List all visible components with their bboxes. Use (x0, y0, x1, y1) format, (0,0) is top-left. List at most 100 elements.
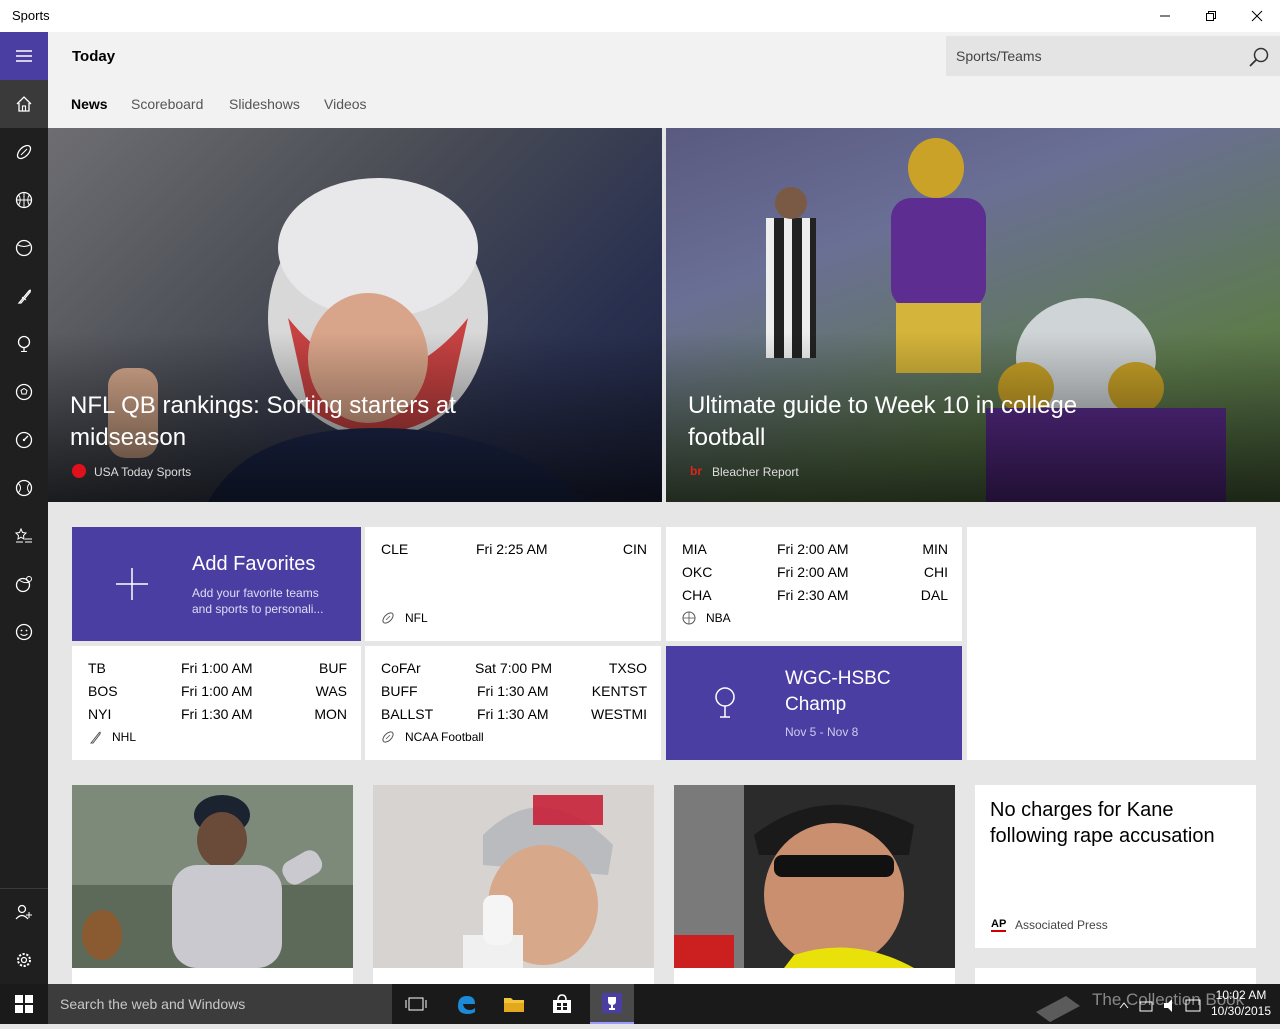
trophy-icon (602, 993, 622, 1013)
game-time: Fri 1:00 AM (181, 660, 253, 676)
sidebar-item-mlb[interactable] (0, 224, 48, 272)
ap-logo: AP (991, 918, 1007, 932)
golf-icon (17, 335, 31, 352)
game-time: Fri 1:00 AM (181, 683, 253, 699)
search-box (946, 36, 1280, 76)
speedometer-icon (15, 431, 33, 449)
title-bar: Sports (0, 0, 1280, 32)
sidebar-item-motorsport[interactable] (0, 416, 48, 464)
restore-button[interactable] (1188, 0, 1234, 32)
score-tile-nba[interactable]: MIA Fri 2:00 AM MIN OKC Fri 2:00 AM CHI … (666, 527, 962, 641)
sidebar-item-soccer[interactable] (0, 368, 48, 416)
home-team: NYI (88, 706, 112, 722)
game-time: Fri 2:00 AM (777, 564, 849, 580)
sidebar-item-more-sports[interactable] (0, 560, 48, 608)
hero-story-2[interactable]: Ultimate guide to Week 10 in college foo… (666, 128, 1280, 502)
league-label: NBA (682, 611, 731, 625)
start-button[interactable] (0, 984, 48, 1024)
hero-story-1[interactable]: NFL QB rankings: Sorting starters at mid… (48, 128, 662, 502)
store-button[interactable] (542, 984, 582, 1024)
taskbar-search[interactable]: Search the web and Windows (48, 984, 392, 1024)
golf-event-title: WGC-HSBC Champ (785, 668, 891, 715)
game-row: BALLST Fri 1:30 AM WESTMI (381, 706, 647, 726)
sidebar-item-settings[interactable] (0, 936, 48, 984)
add-favorites-tile[interactable]: Add Favorites Add your favorite teams an… (72, 527, 361, 641)
away-team: DAL (920, 587, 948, 603)
sidebar-item-tennis[interactable] (0, 464, 48, 512)
sidebar-item-account[interactable] (0, 888, 48, 936)
news-image-player-cap (373, 785, 654, 968)
hamburger-menu-button[interactable] (0, 32, 48, 80)
hero-title-1[interactable]: NFL QB rankings: Sorting starters at mid… (70, 390, 510, 454)
sidebar (0, 32, 48, 984)
sports-app-button[interactable] (590, 984, 634, 1024)
home-team: BUFF (381, 683, 418, 699)
task-view-button[interactable] (396, 984, 436, 1024)
chevron-up-icon (1119, 1002, 1129, 1009)
football-icon (382, 731, 394, 743)
clock-time[interactable]: 10:02 AM (1208, 988, 1274, 1002)
hero-title-2[interactable]: Ultimate guide to Week 10 in college foo… (688, 390, 1128, 454)
away-team: KENTST (591, 683, 647, 699)
game-row: NYI Fri 1:30 AM MON (88, 706, 347, 726)
minimize-button[interactable] (1142, 0, 1188, 32)
add-favorites-title: Add Favorites (192, 553, 316, 575)
add-user-icon (15, 904, 32, 920)
usa-today-logo-icon (72, 464, 86, 478)
hockey-icon (89, 731, 101, 744)
taskbar: Search the web and Windows The Collectio… (0, 984, 1280, 1024)
sidebar-item-nhl[interactable] (0, 272, 48, 320)
sidebar-item-nba[interactable] (0, 176, 48, 224)
search-input[interactable] (956, 36, 1236, 76)
sidebar-item-nfl[interactable] (0, 128, 48, 176)
game-row: CHA Fri 2:30 AM DAL (682, 587, 948, 607)
news-card-nascar[interactable] (674, 785, 955, 984)
empty-tile (967, 527, 1256, 760)
tab-news[interactable]: News (71, 96, 108, 112)
gear-icon (17, 953, 31, 967)
add-favorites-desc: Add your favorite teams and sports to pe… (192, 586, 324, 616)
away-team: TXSO (608, 660, 647, 676)
tab-scoreboard[interactable]: Scoreboard (131, 96, 203, 112)
score-tile-nfl[interactable]: CLE Fri 2:25 AM CIN NFL (365, 527, 661, 641)
home-team: TB (88, 660, 106, 676)
league-name: NFL (405, 611, 428, 625)
edge-icon (458, 996, 475, 1014)
sidebar-item-fantasy[interactable] (0, 512, 48, 560)
close-icon (1251, 10, 1263, 22)
news-card-text[interactable]: No charges for Kane following rape accus… (975, 785, 1256, 948)
game-row: CoFAr Sat 7:00 PM TXSO (381, 660, 647, 680)
game-time: Fri 2:30 AM (777, 587, 849, 603)
game-time: Fri 2:25 AM (476, 541, 548, 557)
restore-icon (1206, 11, 1216, 21)
news-card-baseball[interactable] (72, 785, 353, 984)
league-label: NFL (381, 611, 428, 625)
game-time: Fri 2:00 AM (777, 541, 849, 557)
windows-logo-icon (15, 995, 33, 1013)
tab-slideshows[interactable]: Slideshows (229, 96, 300, 112)
score-tile-nhl[interactable]: TB Fri 1:00 AM BUF BOS Fri 1:00 AM WAS N… (72, 646, 361, 760)
game-time: Fri 1:30 AM (477, 706, 549, 722)
news-card-football[interactable] (373, 785, 654, 984)
game-time: Fri 1:30 AM (477, 683, 549, 699)
hockey-icon (17, 289, 31, 304)
window-title: Sports (12, 8, 50, 23)
sidebar-item-fun[interactable] (0, 608, 48, 656)
golf-event-dates: Nov 5 - Nov 8 (785, 725, 859, 739)
close-button[interactable] (1234, 0, 1280, 32)
away-team: CIN (622, 541, 647, 557)
game-row: TB Fri 1:00 AM BUF (88, 660, 347, 680)
file-explorer-button[interactable] (494, 984, 534, 1024)
clock-date[interactable]: 10/30/2015 (1208, 1004, 1274, 1018)
system-tray (1114, 994, 1204, 1016)
score-tile-ncaa-football[interactable]: CoFAr Sat 7:00 PM TXSO BUFF Fri 1:30 AM … (365, 646, 661, 760)
search-icon[interactable] (1248, 46, 1270, 68)
golf-event-tile[interactable]: WGC-HSBC Champ Nov 5 - Nov 8 (666, 646, 962, 760)
header: Today News Scoreboard Slideshows Videos (48, 32, 1280, 128)
news-card-next[interactable] (975, 968, 1256, 984)
smiley-icon (15, 623, 33, 641)
sidebar-item-golf[interactable] (0, 320, 48, 368)
sidebar-item-home[interactable] (0, 80, 48, 128)
tab-videos[interactable]: Videos (324, 96, 367, 112)
edge-button[interactable] (446, 984, 486, 1024)
